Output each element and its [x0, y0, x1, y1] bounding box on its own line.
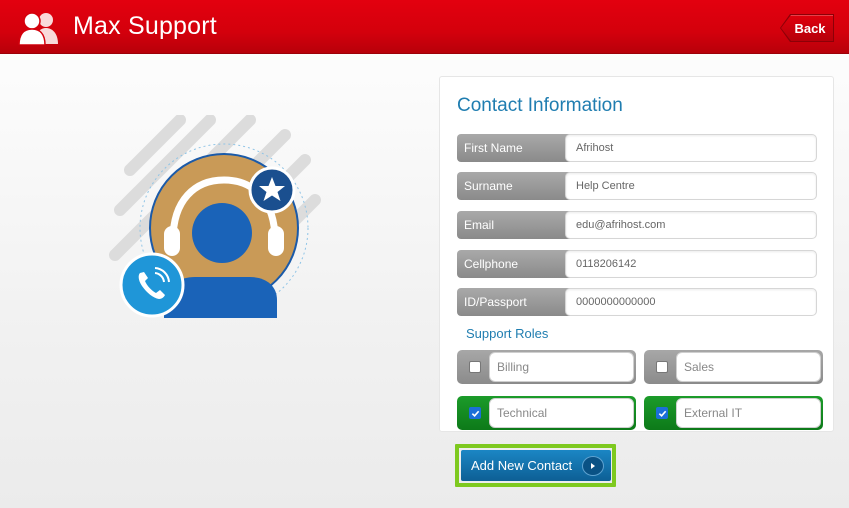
role-sales[interactable]: Sales [644, 350, 823, 384]
role-label: Sales [676, 352, 821, 382]
chevron-right-icon [582, 456, 604, 476]
cellphone-input[interactable] [565, 250, 817, 278]
add-new-contact-button[interactable]: Add New Contact [461, 450, 611, 481]
field-first-name: First Name [457, 134, 817, 162]
id-passport-input[interactable] [565, 288, 817, 316]
panel-title: Contact Information [457, 95, 623, 116]
users-icon [18, 12, 58, 45]
add-button-label: Add New Contact [471, 458, 573, 473]
billing-checkbox[interactable] [469, 361, 481, 373]
app-header: Max Support [0, 0, 849, 54]
app-title: Max Support [73, 12, 217, 40]
sales-checkbox[interactable] [656, 361, 668, 373]
role-external-it[interactable]: External IT [644, 396, 823, 430]
field-label: Email [457, 211, 577, 239]
role-billing[interactable]: Billing [457, 350, 636, 384]
field-id-passport: ID/Passport [457, 288, 817, 316]
technical-checkbox[interactable] [469, 407, 481, 419]
support-agent-illustration [109, 115, 321, 318]
email-input[interactable] [565, 211, 817, 239]
role-label: External IT [676, 398, 821, 428]
role-label: Billing [489, 352, 634, 382]
check-icon [658, 410, 666, 417]
field-label: Cellphone [457, 250, 577, 278]
back-button[interactable]: Back [781, 15, 833, 41]
field-email: Email [457, 211, 817, 239]
surname-input[interactable] [565, 172, 817, 200]
check-icon [471, 410, 479, 417]
field-label: First Name [457, 134, 577, 162]
field-cellphone: Cellphone [457, 250, 817, 278]
field-surname: Surname [457, 172, 817, 200]
role-technical[interactable]: Technical [457, 396, 636, 430]
role-label: Technical [489, 398, 634, 428]
field-label: ID/Passport [457, 288, 577, 316]
first-name-input[interactable] [565, 134, 817, 162]
field-label: Surname [457, 172, 577, 200]
external-it-checkbox[interactable] [656, 407, 668, 419]
support-roles-title: Support Roles [466, 326, 549, 341]
